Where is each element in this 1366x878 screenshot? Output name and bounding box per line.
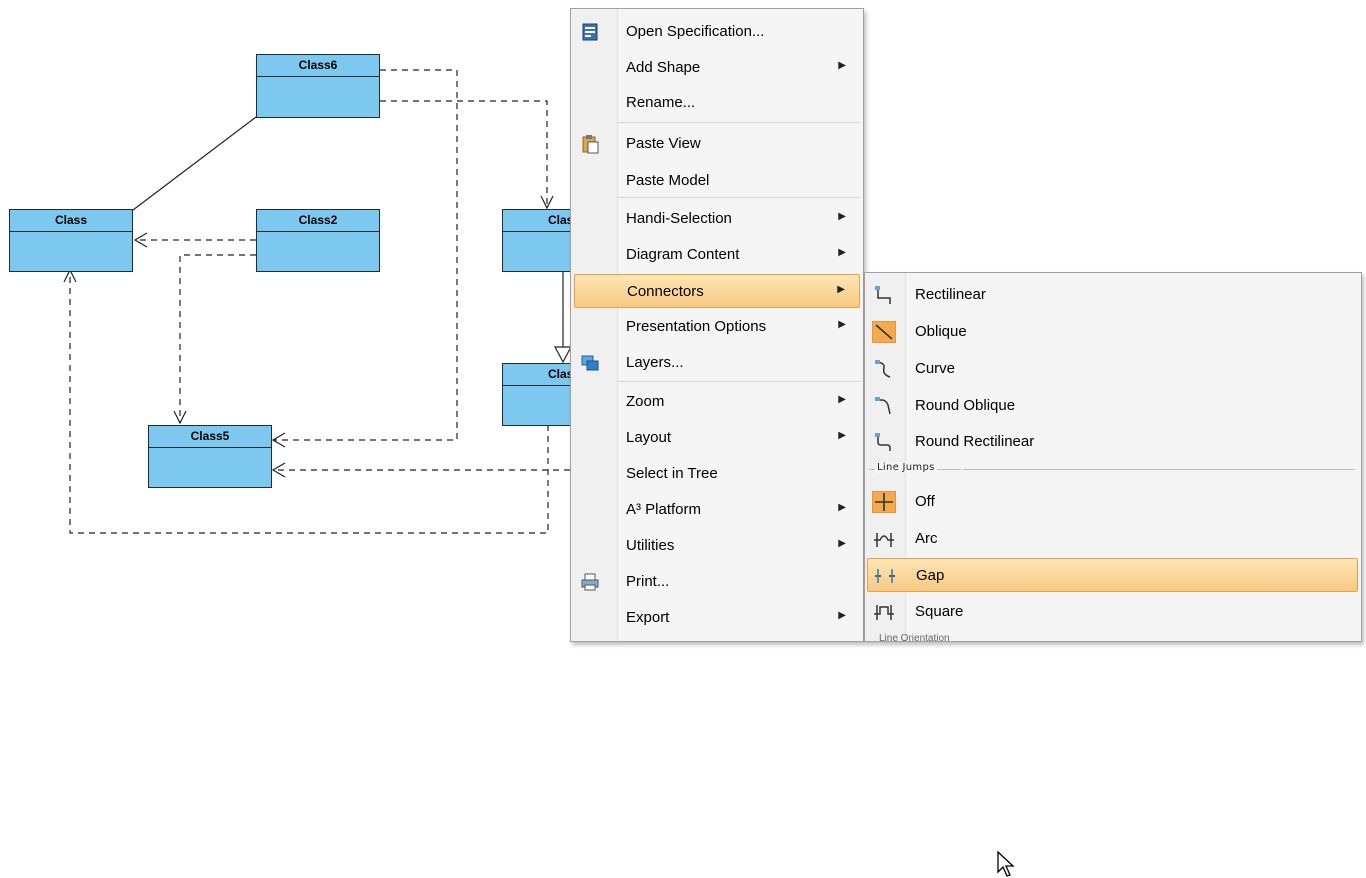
submenu-item-round-rectilinear[interactable]: Round Rectilinear bbox=[867, 425, 1358, 459]
menu-item-label: Rename... bbox=[626, 94, 696, 111]
submenu-item-label: Round Rectilinear bbox=[915, 433, 1035, 450]
menu-item-label: Paste Model bbox=[626, 172, 710, 189]
generalization-arrowhead bbox=[554, 346, 572, 364]
menu-item-label: Open Specification... bbox=[626, 23, 765, 40]
line-jump-off-icon bbox=[872, 491, 896, 513]
submenu-item-line-jump-arc[interactable]: Arc bbox=[867, 522, 1358, 556]
print-icon bbox=[581, 573, 599, 591]
specification-icon bbox=[582, 23, 598, 41]
menu-item-label: Presentation Options bbox=[626, 318, 767, 335]
connectors-submenu: Rectilinear Oblique Curve Round Oblique … bbox=[864, 272, 1362, 877]
menu-item-label: Zoom bbox=[626, 393, 665, 410]
submenu-item-round-oblique[interactable]: Round Oblique bbox=[867, 389, 1358, 423]
menu-item-export[interactable]: Export ▶ bbox=[574, 601, 860, 635]
dependency-line[interactable] bbox=[179, 254, 256, 423]
menu-item-label: Diagram Content bbox=[626, 246, 740, 263]
menu-item-add-shape[interactable]: Add Shape ▶ bbox=[574, 51, 860, 85]
menu-item-a3-platform[interactable]: A³ Platform ▶ bbox=[574, 493, 860, 527]
menu-separator bbox=[617, 197, 861, 198]
menu-item-layout[interactable]: Layout ▶ bbox=[574, 421, 860, 455]
submenu-arrow-icon: ▶ bbox=[838, 610, 846, 621]
menu-item-diagram-content[interactable]: Diagram Content ▶ bbox=[574, 238, 860, 272]
submenu-item-label: Gap bbox=[916, 567, 945, 584]
menu-item-label: Export bbox=[626, 609, 670, 626]
submenu-item-line-jump-square[interactable]: Square bbox=[867, 595, 1358, 629]
oblique-connector-icon bbox=[872, 321, 896, 343]
submenu-item-label: Curve bbox=[915, 360, 956, 377]
menu-item-paste-model[interactable]: Paste Model bbox=[574, 164, 860, 198]
context-menu: Open Specification... Add Shape ▶ Rename… bbox=[570, 8, 864, 642]
submenu-arrow-icon: ▶ bbox=[838, 538, 846, 549]
submenu-item-label: Rectilinear bbox=[915, 286, 986, 303]
class-name: Class bbox=[10, 210, 132, 232]
menu-item-label: A³ Platform bbox=[626, 501, 702, 518]
layers-icon bbox=[581, 355, 599, 371]
submenu-item-oblique[interactable]: Oblique bbox=[867, 315, 1358, 349]
uml-class-class6[interactable]: Class6 bbox=[256, 54, 380, 118]
line-jump-gap-icon bbox=[875, 569, 895, 583]
submenu-arrow-icon: ▶ bbox=[838, 60, 846, 71]
submenu-arrow-icon: ▶ bbox=[838, 247, 846, 258]
menu-item-label: Select in Tree bbox=[626, 465, 718, 482]
menu-item-utilities[interactable]: Utilities ▶ bbox=[574, 529, 860, 563]
class-name: Class6 bbox=[257, 55, 379, 77]
menu-item-presentation-options[interactable]: Presentation Options ▶ bbox=[574, 310, 860, 344]
mouse-cursor-icon bbox=[997, 850, 1015, 877]
menu-item-label: Connectors bbox=[627, 283, 704, 300]
line-jump-square-icon bbox=[874, 605, 894, 620]
line-jump-arc-icon bbox=[874, 533, 894, 547]
menu-item-zoom[interactable]: Zoom ▶ bbox=[574, 385, 860, 419]
line-jumps-caption: Line Jumps bbox=[875, 462, 937, 473]
submenu-arrow-icon: ▶ bbox=[838, 502, 846, 513]
submenu-arrow-icon: ▶ bbox=[838, 394, 846, 405]
submenu-item-line-jump-off[interactable]: Off bbox=[867, 485, 1358, 519]
round-rectilinear-connector-icon bbox=[875, 433, 891, 451]
menu-separator bbox=[617, 122, 861, 123]
class-name: Class5 bbox=[149, 426, 271, 448]
menu-item-open-specification[interactable]: Open Specification... bbox=[574, 15, 860, 49]
menu-item-label: Utilities bbox=[626, 537, 675, 554]
uml-class-class2[interactable]: Class2 bbox=[256, 209, 380, 272]
menu-item-label: Layout bbox=[626, 429, 672, 446]
menu-item-label: Handi-Selection bbox=[626, 210, 732, 227]
submenu-item-label: Round Oblique bbox=[915, 397, 1016, 414]
menu-item-select-in-tree[interactable]: Select in Tree bbox=[574, 457, 860, 491]
menu-item-label: Paste View bbox=[626, 135, 701, 152]
rectilinear-connector-icon bbox=[875, 286, 891, 304]
round-oblique-connector-icon bbox=[875, 397, 891, 415]
class-name: Class2 bbox=[257, 210, 379, 232]
submenu-item-curve[interactable]: Curve bbox=[867, 352, 1358, 386]
submenu-arrow-icon: ▶ bbox=[837, 284, 845, 295]
submenu-item-label: Oblique bbox=[915, 323, 967, 340]
dependency-line[interactable] bbox=[69, 270, 549, 534]
menu-item-label: Print... bbox=[626, 573, 670, 590]
association-line[interactable] bbox=[132, 116, 257, 211]
dependency-line[interactable] bbox=[380, 100, 548, 208]
uml-class-class5[interactable]: Class5 bbox=[148, 425, 272, 488]
submenu-item-line-jump-gap[interactable]: Gap bbox=[867, 558, 1358, 877]
submenu-item-rectilinear[interactable]: Rectilinear bbox=[867, 278, 1358, 312]
curve-connector-icon bbox=[875, 360, 891, 378]
menu-item-layers[interactable]: Layers... bbox=[574, 346, 860, 380]
menu-item-label: Add Shape bbox=[626, 59, 701, 76]
submenu-item-label: Arc bbox=[915, 530, 938, 547]
menu-item-label: Layers... bbox=[626, 354, 684, 371]
menu-item-rename[interactable]: Rename... bbox=[574, 86, 860, 120]
uml-class-class[interactable]: Class bbox=[9, 209, 133, 272]
group-divider bbox=[963, 469, 1355, 470]
submenu-item-label: Square bbox=[915, 603, 964, 620]
paste-icon bbox=[582, 135, 599, 154]
menu-item-paste-view[interactable]: Paste View bbox=[574, 127, 860, 161]
menu-item-connectors[interactable]: Connectors ▶ bbox=[574, 274, 860, 308]
submenu-arrow-icon: ▶ bbox=[838, 319, 846, 330]
line-orientation-caption: Line Orientation bbox=[879, 633, 950, 644]
menu-separator bbox=[617, 381, 861, 382]
submenu-arrow-icon: ▶ bbox=[838, 211, 846, 222]
menu-item-handi-selection[interactable]: Handi-Selection ▶ bbox=[574, 202, 860, 236]
menu-item-print[interactable]: Print... bbox=[574, 565, 860, 599]
submenu-arrow-icon: ▶ bbox=[838, 430, 846, 441]
submenu-item-label: Off bbox=[915, 493, 935, 510]
